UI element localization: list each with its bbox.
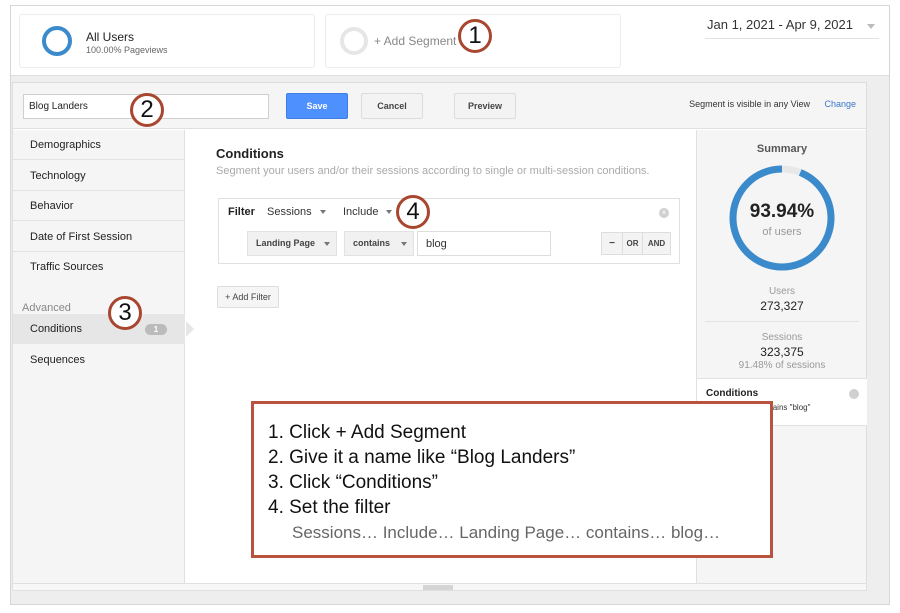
nav-item-conditions[interactable]: Conditions 1 bbox=[13, 314, 194, 344]
filter-label: Filter bbox=[228, 206, 255, 218]
remove-condition-button[interactable]: − bbox=[602, 233, 623, 254]
dimension-value: Landing Page bbox=[256, 238, 316, 248]
nav-item-demographics[interactable]: Demographics bbox=[13, 130, 185, 160]
nav-item-behavior[interactable]: Behavior bbox=[13, 191, 185, 221]
conditions-title: Conditions bbox=[216, 146, 284, 161]
filter-block: Filter Sessions Include × Landing Page c… bbox=[218, 198, 680, 264]
resize-handle[interactable] bbox=[423, 585, 453, 590]
nav-item-sequences[interactable]: Sequences bbox=[13, 345, 185, 375]
nav-item-technology[interactable]: Technology bbox=[13, 161, 185, 191]
step-marker-1: 1 bbox=[458, 19, 492, 53]
users-percent-label: of users bbox=[762, 226, 802, 238]
summary-divider bbox=[705, 321, 859, 322]
segment-category-nav: Demographics Technology Behavior Date of… bbox=[13, 130, 194, 583]
summary-condition-title: Conditions bbox=[706, 388, 759, 399]
callout-filter-path: Sessions… Include… Landing Page… contain… bbox=[292, 523, 721, 542]
segment-bar: All Users 100.00% Pageviews + Add Segmen… bbox=[11, 6, 889, 76]
nav-item-traffic-sources[interactable]: Traffic Sources bbox=[13, 252, 185, 282]
cancel-button[interactable]: Cancel bbox=[361, 93, 423, 119]
add-segment-label: + Add Segment bbox=[374, 34, 457, 48]
resize-bar bbox=[12, 583, 867, 591]
preview-button[interactable]: Preview bbox=[454, 93, 516, 119]
chevron-down-icon bbox=[386, 210, 393, 215]
users-value: 273,327 bbox=[760, 299, 804, 313]
dimension-dropdown[interactable]: Landing Page bbox=[247, 231, 337, 256]
chevron-down-icon bbox=[401, 242, 407, 246]
segment-ring-icon bbox=[42, 26, 72, 56]
nav-advanced-heading: Advanced bbox=[22, 302, 71, 314]
date-range-value: Jan 1, 2021 - Apr 9, 2021 bbox=[707, 17, 853, 32]
condition-operator-group: − OR AND bbox=[601, 232, 671, 255]
nav-item-date-of-first-session[interactable]: Date of First Session bbox=[13, 222, 185, 252]
step-marker-4: 4 bbox=[396, 195, 430, 229]
save-button[interactable]: Save bbox=[286, 93, 348, 119]
filter-value-input[interactable] bbox=[417, 231, 551, 256]
or-button[interactable]: OR bbox=[623, 233, 643, 254]
date-range-picker[interactable]: Jan 1, 2021 - Apr 9, 2021 bbox=[705, 17, 879, 39]
users-percent-value: 93.94% bbox=[749, 201, 815, 222]
filter-scope-dropdown[interactable]: Sessions bbox=[267, 206, 326, 218]
step-marker-3: 3 bbox=[108, 296, 142, 330]
step-marker-2: 2 bbox=[130, 93, 164, 127]
callout-step-3: 3. Click “Conditions” bbox=[268, 472, 438, 493]
filter-mode-dropdown[interactable]: Include bbox=[343, 206, 393, 218]
segment-title: All Users bbox=[86, 30, 135, 44]
remove-filter-icon[interactable]: × bbox=[659, 208, 669, 218]
operator-dropdown[interactable]: contains bbox=[344, 231, 414, 256]
sessions-value: 323,375 bbox=[760, 345, 804, 359]
visibility-text: Segment is visible in any View bbox=[689, 99, 810, 109]
segment-subtitle: 100.00% Pageviews bbox=[86, 45, 168, 55]
add-filter-button[interactable]: + Add Filter bbox=[217, 286, 279, 308]
conditions-description: Segment your users and/or their sessions… bbox=[216, 165, 650, 177]
remove-condition-icon[interactable] bbox=[849, 389, 859, 399]
chevron-down-icon bbox=[319, 210, 326, 215]
chevron-down-icon bbox=[867, 24, 875, 29]
sessions-percent: 91.48% of sessions bbox=[738, 360, 826, 371]
conditions-count-badge: 1 bbox=[145, 324, 167, 335]
change-visibility-link[interactable]: Change bbox=[824, 99, 856, 109]
callout-step-1: 1. Click + Add Segment bbox=[268, 422, 467, 443]
and-button[interactable]: AND bbox=[643, 233, 670, 254]
summary-title: Summary bbox=[756, 143, 808, 155]
segment-card-all-users[interactable]: All Users 100.00% Pageviews bbox=[19, 14, 315, 68]
sessions-label: Sessions bbox=[761, 332, 803, 343]
chevron-down-icon bbox=[324, 242, 330, 246]
nav-item-label: Conditions bbox=[30, 323, 82, 335]
callout-step-4: 4. Set the filter bbox=[268, 497, 391, 518]
operator-value: contains bbox=[353, 238, 391, 248]
filter-scope-value: Sessions bbox=[267, 206, 312, 218]
instruction-callout: 1. Click + Add Segment 2. Give it a name… bbox=[251, 401, 773, 558]
empty-segment-ring-icon bbox=[340, 27, 368, 55]
users-label: Users bbox=[768, 286, 796, 297]
filter-mode-value: Include bbox=[343, 206, 379, 218]
callout-step-2: 2. Give it a name like “Blog Landers” bbox=[268, 447, 576, 468]
